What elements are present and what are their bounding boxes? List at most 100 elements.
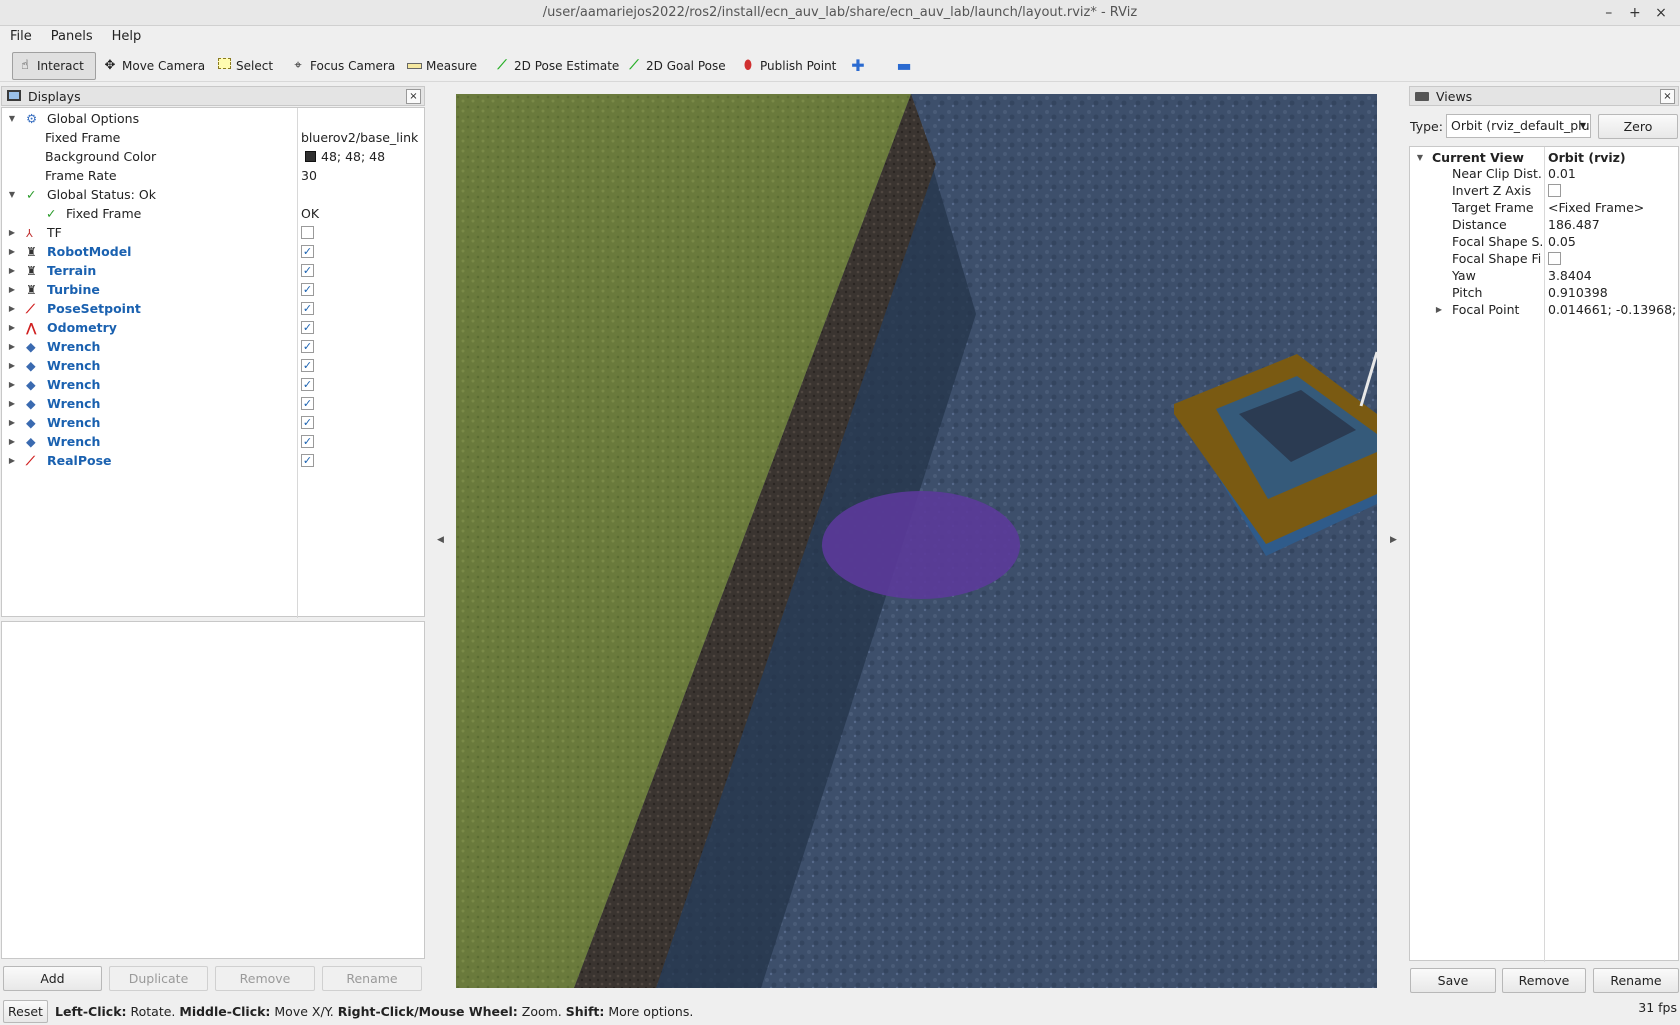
display-item[interactable]: ▶ ◆ Wrench ✓ [2, 337, 422, 356]
display-item[interactable]: ▶ ⟋ PoseSetpoint ✓ [2, 299, 422, 318]
expand-right-icon[interactable]: ▶ [7, 318, 17, 337]
expand-right-icon[interactable]: ▶ [7, 299, 17, 318]
tool-2d-pose-estimate[interactable]: ⟋ 2D Pose Estimate [490, 52, 623, 80]
close-window-icon[interactable]: × [1650, 0, 1672, 26]
expand-right-icon[interactable]: ▶ [7, 394, 17, 413]
tool-select[interactable]: Select [212, 52, 277, 80]
view-type-dropdown[interactable]: Orbit (rviz_default_plu ▼ [1446, 114, 1591, 138]
expand-right-icon[interactable]: ▶ [7, 242, 17, 261]
property-value[interactable]: 0.910398 [1548, 284, 1676, 301]
display-enabled-checkbox[interactable]: ✓ [301, 359, 314, 372]
duplicate-display-button[interactable]: Duplicate [109, 966, 208, 991]
property-value[interactable]: <Fixed Frame> [1548, 199, 1676, 216]
remove-tool-button[interactable]: ▬ [892, 52, 916, 80]
display-item[interactable]: ▶ ♜ RobotModel ✓ [2, 242, 422, 261]
expand-right-icon[interactable]: ▶ [7, 432, 17, 451]
3d-viewport[interactable] [456, 94, 1377, 988]
display-enabled-checkbox[interactable]: ✓ [301, 378, 314, 391]
tree-row-fixed-frame[interactable]: Fixed Frame bluerov2/base_link [2, 128, 422, 147]
display-enabled-checkbox[interactable]: ✓ [301, 283, 314, 296]
property-value[interactable]: 0.01 [1548, 165, 1676, 182]
display-item[interactable]: ▶ ♜ Turbine ✓ [2, 280, 422, 299]
tool-move-camera[interactable]: ✥ Move Camera [98, 52, 209, 80]
tree-row-status-fixed-frame[interactable]: ✓ Fixed Frame OK [2, 204, 422, 223]
save-view-button[interactable]: Save [1410, 968, 1496, 993]
display-enabled-checkbox[interactable]: ✓ [301, 302, 314, 315]
expand-right-icon[interactable]: ▶ [7, 413, 17, 432]
tool-2d-goal-pose[interactable]: ⟋ 2D Goal Pose [622, 52, 730, 80]
display-item[interactable]: ▶ ♜ Terrain ✓ [2, 261, 422, 280]
remove-view-button[interactable]: Remove [1502, 968, 1586, 993]
menu-file[interactable]: File [5, 26, 37, 48]
collapse-left-icon[interactable]: ◀ [437, 535, 444, 545]
collapse-right-icon[interactable]: ▶ [1390, 535, 1397, 545]
rename-view-button[interactable]: Rename [1593, 968, 1679, 993]
tool-measure[interactable]: Measure [402, 52, 481, 80]
remove-display-button[interactable]: Remove [215, 966, 315, 991]
property-value[interactable]: 0.014661; -0.13968; 0... [1548, 301, 1676, 318]
display-enabled-checkbox[interactable]: ✓ [301, 397, 314, 410]
view-property-row[interactable]: Yaw 3.8404 [1410, 267, 1676, 284]
expand-right-icon[interactable]: ▶ [7, 223, 17, 242]
view-property-row[interactable]: Focal Shape S... 0.05 [1410, 233, 1676, 250]
tree-row-frame-rate[interactable]: Frame Rate 30 [2, 166, 422, 185]
minimize-icon[interactable]: – [1598, 0, 1620, 26]
property-checkbox[interactable] [1548, 252, 1561, 265]
display-enabled-checkbox[interactable]: ✓ [301, 416, 314, 429]
expand-right-icon[interactable]: ▶ [7, 280, 17, 299]
display-enabled-checkbox[interactable]: ✓ [301, 321, 314, 334]
display-enabled-checkbox[interactable]: ✓ [301, 454, 314, 467]
menu-help[interactable]: Help [107, 26, 147, 48]
property-value[interactable]: 3.8404 [1548, 267, 1676, 284]
close-icon[interactable]: × [406, 89, 421, 104]
zero-button[interactable]: Zero [1598, 114, 1678, 139]
tree-row-background-color[interactable]: Background Color 48; 48; 48 [2, 147, 422, 166]
display-item[interactable]: ▶ ⅄ TF [2, 223, 422, 242]
tree-row-global-status[interactable]: ▼ ✓ Global Status: Ok [2, 185, 422, 204]
display-item[interactable]: ▶ ◆ Wrench ✓ [2, 394, 422, 413]
expand-right-icon[interactable]: ▶ [7, 356, 17, 375]
rename-display-button[interactable]: Rename [322, 966, 422, 991]
property-value[interactable]: 0.05 [1548, 233, 1676, 250]
display-enabled-checkbox[interactable]: ✓ [301, 435, 314, 448]
expand-right-icon[interactable]: ▶ [1434, 301, 1444, 318]
add-tool-button[interactable]: ✚ [846, 52, 870, 80]
render-scene[interactable] [456, 94, 1377, 988]
display-enabled-checkbox[interactable]: ✓ [301, 340, 314, 353]
view-property-row[interactable]: ▶ Focal Point 0.014661; -0.13968; 0... [1410, 301, 1676, 318]
display-enabled-checkbox[interactable]: ✓ [301, 245, 314, 258]
property-value[interactable]: 48; 48; 48 [321, 147, 385, 166]
close-icon[interactable]: × [1660, 89, 1675, 104]
property-checkbox[interactable] [1548, 184, 1561, 197]
display-item[interactable]: ▶ ◆ Wrench ✓ [2, 375, 422, 394]
display-item[interactable]: ▶ ◆ Wrench ✓ [2, 413, 422, 432]
property-value[interactable]: bluerov2/base_link [301, 128, 418, 147]
view-property-row[interactable]: Target Frame <Fixed Frame> [1410, 199, 1676, 216]
display-item[interactable]: ▶ ◆ Wrench ✓ [2, 356, 422, 375]
expand-right-icon[interactable]: ▶ [7, 375, 17, 394]
expand-down-icon[interactable]: ▼ [7, 109, 17, 128]
maximize-icon[interactable]: + [1624, 0, 1646, 26]
expand-right-icon[interactable]: ▶ [7, 261, 17, 280]
menu-panels[interactable]: Panels [46, 26, 98, 48]
view-property-row[interactable]: Invert Z Axis [1410, 182, 1676, 199]
view-property-row[interactable]: Pitch 0.910398 [1410, 284, 1676, 301]
display-item[interactable]: ▶ ⋀ Odometry ✓ [2, 318, 422, 337]
display-item[interactable]: ▶ ⟋ RealPose ✓ [2, 451, 422, 470]
property-value[interactable]: 30 [301, 166, 317, 185]
expand-right-icon[interactable]: ▶ [7, 337, 17, 356]
add-display-button[interactable]: Add [3, 966, 102, 991]
reset-button[interactable]: Reset [3, 1000, 48, 1023]
tool-publish-point[interactable]: ⬮ Publish Point [736, 52, 840, 80]
expand-right-icon[interactable]: ▶ [7, 451, 17, 470]
display-enabled-checkbox[interactable]: ✓ [301, 264, 314, 277]
color-swatch[interactable] [305, 151, 316, 162]
view-property-row[interactable]: Near Clip Dist... 0.01 [1410, 165, 1676, 182]
display-enabled-checkbox[interactable] [301, 226, 314, 239]
property-value[interactable]: 186.487 [1548, 216, 1676, 233]
display-item[interactable]: ▶ ◆ Wrench ✓ [2, 432, 422, 451]
tree-row-global-options[interactable]: ▼ ⚙ Global Options [2, 109, 422, 128]
view-property-row[interactable]: Focal Shape Fi... [1410, 250, 1676, 267]
expand-down-icon[interactable]: ▼ [7, 185, 17, 204]
tool-interact[interactable]: ☝ Interact [12, 52, 96, 80]
